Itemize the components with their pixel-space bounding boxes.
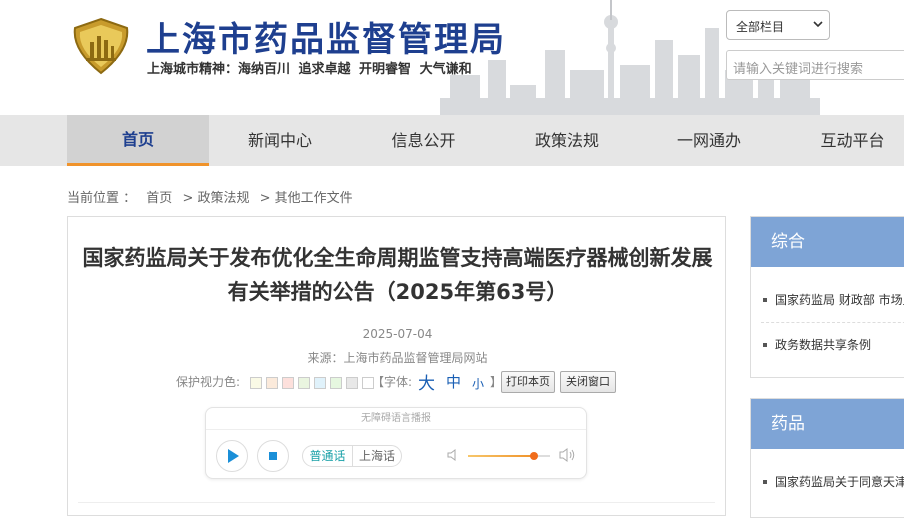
bullet-icon [763, 343, 767, 347]
play-button[interactable] [216, 440, 248, 472]
sidebar-link[interactable]: 国家药监局关于同意天津药品 [761, 463, 904, 501]
sidebar-box-general: 综合 国家药监局 财政部 市场监管总局 政务数据共享条例 [750, 216, 904, 378]
volume-slider-fill [468, 455, 534, 457]
close-window-button[interactable]: 关闭窗口 [560, 371, 616, 393]
nav-item-services[interactable]: 一网通办 [638, 115, 780, 166]
nav-item-home[interactable]: 首页 [67, 115, 209, 166]
article-tools: 保护视力色: 【字体: 大 中 小 】 打印本页 关闭窗口 [176, 371, 616, 394]
volume-slider[interactable] [468, 452, 550, 460]
site-title[interactable]: 上海市药品监督管理局 [146, 12, 506, 61]
stop-icon [269, 452, 277, 460]
site-header: 上海市药品监督管理局 上海城市精神：海纳百川 追求卓越 开明睿智 大气谦和 全部… [0, 0, 904, 115]
sidebar-box-title[interactable]: 药品 [751, 399, 904, 449]
breadcrumb-home[interactable]: 首页 [146, 191, 172, 206]
scope-select-value: 全部栏目 [736, 20, 785, 34]
nav-item-interaction[interactable]: 互动平台 [780, 115, 904, 166]
sidebar-link[interactable]: 政务数据共享条例 [761, 326, 904, 364]
language-toggle: 普通话 上海话 [302, 445, 402, 467]
font-size-medium[interactable]: 中 [446, 371, 461, 392]
print-button[interactable]: 打印本页 [501, 371, 555, 393]
chevron-down-icon [813, 21, 823, 28]
breadcrumb-prefix: 当前位置 ： [67, 191, 137, 206]
article-divider [78, 502, 715, 503]
eye-care-swatch[interactable] [330, 377, 342, 389]
scope-select[interactable]: 全部栏目 [726, 10, 830, 40]
volume-slider-knob[interactable] [529, 452, 538, 460]
sidebar-box-title[interactable]: 综合 [751, 217, 904, 267]
sidebar-separator [761, 322, 904, 323]
stop-button[interactable] [257, 440, 289, 472]
lang-shanghainese[interactable]: 上海话 [353, 446, 401, 466]
main-nav: 首页 新闻中心 信息公开 政策法规 一网通办 互动平台 [0, 115, 904, 166]
font-size-label: 【字体: [372, 375, 413, 389]
eye-care-swatch[interactable] [298, 377, 310, 389]
play-icon [228, 449, 239, 463]
article-panel: 国家药监局关于发布优化全生命周期监管支持高端医疗器械创新发展有关举措的公告（20… [67, 216, 726, 516]
breadcrumb: 当前位置 ： 首页 > 政策法规 > 其他工作文件 [67, 187, 359, 206]
sidebar-link-label: 国家药监局关于同意天津药品 [775, 475, 904, 489]
sidebar-link[interactable]: 国家药监局 财政部 市场监管总局 [761, 281, 904, 319]
bullet-icon [763, 480, 767, 484]
sidebar-link-label: 国家药监局 财政部 市场监管总局 [775, 293, 904, 307]
nav-item-news[interactable]: 新闻中心 [209, 115, 351, 166]
article-source: 来源：上海市药品监督管理局网站 [307, 351, 488, 365]
volume-high-icon[interactable] [558, 447, 576, 463]
nav-item-disclosure[interactable]: 信息公开 [351, 115, 496, 166]
emblem-icon[interactable] [70, 16, 132, 76]
eye-care-label: 保护视力色: [176, 375, 241, 389]
article-title: 国家药监局关于发布优化全生命周期监管支持高端医疗器械创新发展有关举措的公告（20… [82, 246, 713, 304]
volume-low-icon[interactable] [446, 448, 460, 462]
sidebar-link-label: 政务数据共享条例 [775, 338, 872, 352]
eye-care-swatch[interactable] [346, 377, 358, 389]
eye-care-swatch[interactable] [250, 377, 262, 389]
search-input[interactable]: 请输入关键词进行搜索 [726, 50, 904, 80]
article-date: 2025-07-04 [362, 327, 433, 341]
breadcrumb-policy[interactable]: > 政策法规 [182, 191, 249, 206]
site-slogan: 上海城市精神：海纳百川 追求卓越 开明睿智 大气谦和 [147, 62, 472, 77]
eye-care-swatch[interactable] [266, 377, 278, 389]
breadcrumb-other-docs[interactable]: > 其他工作文件 [260, 191, 353, 206]
nav-item-policy[interactable]: 政策法规 [496, 115, 638, 166]
eye-care-swatch[interactable] [314, 377, 326, 389]
sidebar-box-drugs: 药品 国家药监局关于同意天津药品 [750, 398, 904, 518]
font-size-large[interactable]: 大 [418, 369, 435, 394]
audio-player: 无障碍语言播报 普通话 上海话 [205, 407, 587, 479]
player-title: 无障碍语言播报 [206, 408, 586, 430]
bullet-icon [763, 298, 767, 302]
eye-care-swatch[interactable] [282, 377, 294, 389]
lang-mandarin[interactable]: 普通话 [303, 446, 353, 466]
font-size-control: 【字体: 大 中 小 】 [372, 373, 502, 394]
font-size-small[interactable]: 小 [472, 375, 484, 392]
